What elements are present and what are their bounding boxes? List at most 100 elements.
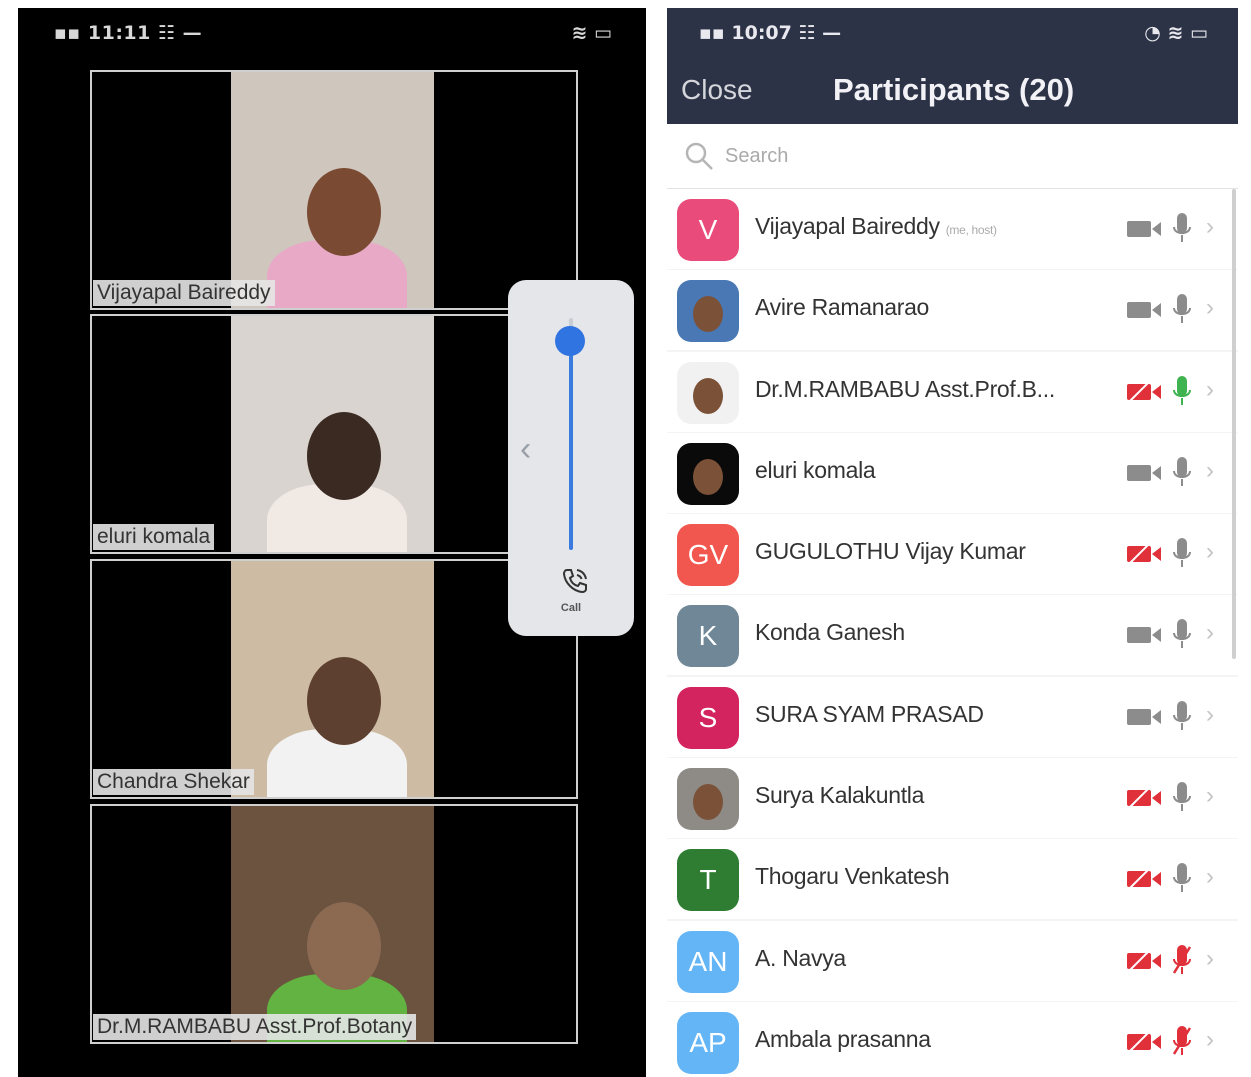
- video-camera-icon: [1125, 705, 1163, 729]
- participant-row[interactable]: Avire Ramanarao ›: [667, 270, 1238, 351]
- volume-slider-fill: [569, 341, 573, 550]
- participant-face: [307, 412, 381, 500]
- battery-icon: ▭: [594, 22, 612, 44]
- avatar: AN: [677, 930, 739, 993]
- participant-name-text: Thogaru Venkatesh: [755, 863, 950, 890]
- chevron-right-icon[interactable]: ›: [1206, 863, 1214, 891]
- wifi-icon: ≋: [571, 22, 595, 44]
- video-off-icon: [1125, 1030, 1163, 1054]
- participant-name: eluri komala: [755, 456, 876, 484]
- chevron-right-icon[interactable]: ›: [1206, 619, 1214, 647]
- notification-icon: ☷ —: [150, 22, 203, 44]
- participant-row[interactable]: AP Ambala prasanna ›: [667, 1001, 1238, 1077]
- participant-face: [307, 168, 381, 256]
- participant-name-text: GUGULOTHU Vijay Kumar: [755, 538, 1026, 565]
- participant-name: Dr.M.RAMBABU Asst.Prof.B...: [755, 376, 1055, 403]
- participant-row[interactable]: Dr.M.RAMBABU Asst.Prof.B... ›: [667, 351, 1238, 432]
- video-off-icon: [1125, 786, 1163, 810]
- participant-row[interactable]: Surya Kalakuntla ›: [667, 758, 1238, 839]
- chevron-right-icon[interactable]: ›: [1206, 213, 1214, 241]
- video-tile-name: Dr.M.RAMBABU Asst.Prof.Botany: [93, 1014, 417, 1040]
- participant-row[interactable]: K Konda Ganesh ›: [667, 595, 1238, 676]
- gallery-view-screen: ▪▪ 11:11 ☷ — ≋ ▭ Vijayapal Baireddy eluri…: [18, 8, 646, 1077]
- video-camera-icon: [1125, 298, 1163, 322]
- avatar-face: [693, 784, 723, 821]
- status-icons: ◔ ≋ ▭: [1144, 22, 1208, 44]
- chevron-right-icon[interactable]: ›: [1206, 294, 1214, 322]
- volume-slider-knob[interactable]: [555, 326, 585, 357]
- volume-panel: ‹ Call: [508, 280, 634, 636]
- chevron-right-icon[interactable]: ›: [1206, 782, 1214, 810]
- status-time: ▪▪ 10:07 ☷ —: [699, 22, 842, 44]
- participant-row[interactable]: AN A. Navya ›: [667, 920, 1238, 1001]
- participant-video: [231, 72, 434, 308]
- avatar-face: [693, 458, 723, 495]
- avatar-photo: [677, 442, 739, 505]
- participant-row[interactable]: V Vijayapal Baireddy (me, host) ›: [667, 189, 1238, 269]
- status-time: ▪▪ 11:11 ☷ —: [54, 22, 203, 44]
- participant-list: V Vijayapal Baireddy (me, host) › Avire Rama…: [667, 189, 1238, 1077]
- video-off-icon: [1125, 542, 1163, 566]
- avatar-face: [693, 377, 723, 414]
- video-tile[interactable]: eluri komala: [90, 314, 578, 554]
- collapse-arrow-icon[interactable]: ‹: [520, 430, 531, 469]
- video-camera-icon: [1125, 217, 1163, 241]
- participant-name: SURA SYAM PRASAD: [755, 701, 984, 728]
- wifi-icon: ≋: [1167, 22, 1191, 44]
- video-tile-name: Chandra Shekar: [93, 769, 254, 795]
- avatar-photo: [677, 361, 739, 424]
- participant-name: GUGULOTHU Vijay Kumar: [755, 538, 1026, 565]
- chevron-right-icon[interactable]: ›: [1206, 457, 1214, 485]
- chevron-right-icon[interactable]: ›: [1206, 945, 1214, 973]
- participant-name: Thogaru Venkatesh: [755, 863, 950, 890]
- participant-video: [231, 316, 434, 552]
- participant-row[interactable]: eluri komala ›: [667, 432, 1238, 513]
- signal-icon: ▪▪: [699, 22, 732, 44]
- participant-name: Vijayapal Baireddy (me, host): [755, 213, 997, 240]
- participant-name-text: Konda Ganesh: [755, 619, 905, 646]
- microphone-icon: [1172, 211, 1192, 245]
- avatar: AP: [677, 1011, 739, 1074]
- video-off-icon: [1125, 867, 1163, 891]
- microphone-icon: [1172, 780, 1192, 814]
- participant-name-text: Avire Ramanarao: [755, 294, 930, 321]
- status-icons: ≋ ▭: [572, 22, 613, 44]
- microphone-icon: [1172, 699, 1192, 733]
- search-icon: [685, 142, 713, 170]
- avatar: T: [677, 849, 739, 912]
- video-tile[interactable]: Dr.M.RAMBABU Asst.Prof.Botany: [90, 804, 578, 1044]
- close-button[interactable]: Close: [681, 74, 753, 106]
- search-input[interactable]: [723, 138, 1187, 174]
- participant-name: A. Navya: [755, 945, 846, 972]
- signal-icon: ▪▪: [54, 22, 88, 44]
- call-label: Call: [560, 602, 582, 614]
- participants-screen: ▪▪ 10:07 ☷ — ◔ ≋ ▭ Close Participants (2…: [667, 8, 1238, 1077]
- phone-call-icon[interactable]: [560, 566, 590, 596]
- participant-name: Surya Kalakuntla: [755, 782, 924, 809]
- notification-icon: ☷ —: [791, 22, 842, 44]
- microphone-icon: [1172, 617, 1192, 651]
- scrollbar[interactable]: [1232, 189, 1236, 659]
- chevron-right-icon[interactable]: ›: [1206, 538, 1214, 566]
- microphone-icon: [1172, 374, 1192, 408]
- video-camera-icon: [1125, 623, 1163, 647]
- participant-name-text: SURA SYAM PRASAD: [755, 700, 984, 727]
- microphone-icon: [1172, 861, 1192, 895]
- chevron-right-icon[interactable]: ›: [1206, 1026, 1214, 1054]
- participant-face: [307, 902, 381, 990]
- host-tag: (me, host): [945, 223, 997, 237]
- participant-row[interactable]: T Thogaru Venkatesh ›: [667, 839, 1238, 920]
- participant-row[interactable]: S SURA SYAM PRASAD ›: [667, 676, 1238, 757]
- video-tile[interactable]: Vijayapal Baireddy: [90, 70, 578, 310]
- video-camera-icon: [1125, 461, 1163, 485]
- chevron-right-icon[interactable]: ›: [1206, 376, 1214, 404]
- avatar-face: [693, 296, 723, 333]
- participant-video: [231, 561, 434, 797]
- participant-name-text: eluri komala: [755, 456, 876, 483]
- avatar: V: [677, 199, 739, 261]
- video-tile[interactable]: Chandra Shekar: [90, 559, 578, 799]
- video-off-icon: [1125, 949, 1163, 973]
- participant-name: Avire Ramanarao: [755, 294, 929, 321]
- chevron-right-icon[interactable]: ›: [1206, 701, 1214, 729]
- participant-row[interactable]: GV GUGULOTHU Vijay Kumar ›: [667, 514, 1238, 595]
